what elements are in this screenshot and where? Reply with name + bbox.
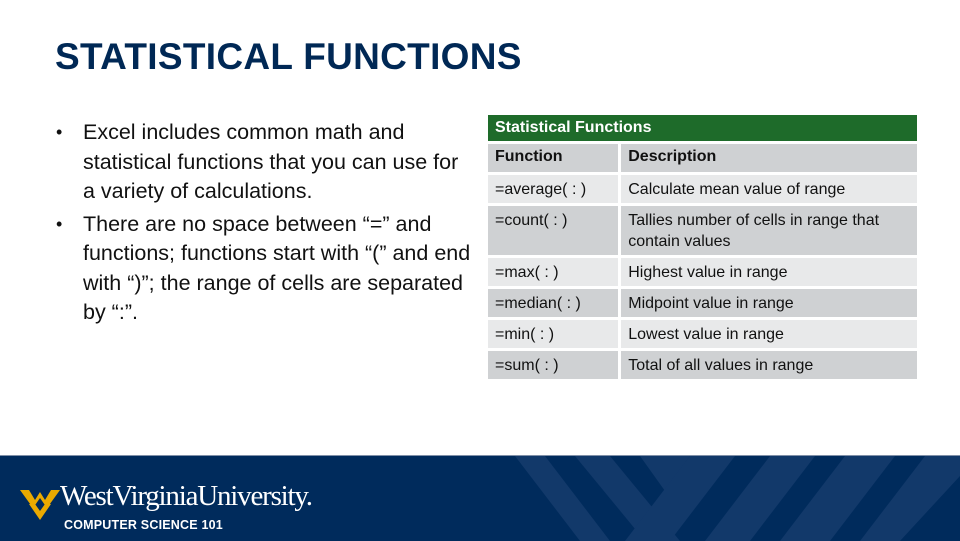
table-header-row: Function Description [488, 144, 917, 175]
description-cell: Total of all values in range [621, 351, 917, 382]
column-header-description: Description [621, 144, 917, 175]
bullet-item: • There are no space between “=” and fun… [56, 210, 476, 328]
table-row: =median( : ) Midpoint value in range [488, 289, 917, 320]
table-row: =max( : ) Highest value in range [488, 258, 917, 289]
table-row: =average( : ) Calculate mean value of ra… [488, 175, 917, 206]
bullet-text: Excel includes common math and statistic… [83, 120, 459, 203]
table-caption-row: Statistical Functions [488, 115, 917, 144]
statistical-functions-table: Statistical Functions Function Descripti… [488, 115, 917, 382]
footer-banner: WestVirginiaUniversity. COMPUTER SCIENCE… [0, 455, 960, 541]
function-cell: =min( : ) [488, 320, 622, 351]
table-row: =count( : ) Tallies number of cells in r… [488, 206, 917, 258]
bullet-icon: • [56, 213, 63, 234]
slide-title: STATISTICAL FUNCTIONS [55, 36, 522, 77]
flying-wv-logo-icon [20, 490, 60, 520]
description-cell: Highest value in range [621, 258, 917, 289]
course-label: COMPUTER SCIENCE 101 [64, 518, 223, 532]
function-cell: =average( : ) [488, 175, 622, 206]
table-row: =min( : ) Lowest value in range [488, 320, 917, 351]
column-header-function: Function [488, 144, 622, 175]
function-cell: =median( : ) [488, 289, 622, 320]
bullet-list: • Excel includes common math and statist… [56, 118, 476, 331]
table-caption: Statistical Functions [488, 115, 917, 144]
bullet-text: There are no space between “=” and funct… [83, 211, 471, 325]
bullet-item: • Excel includes common math and statist… [56, 118, 476, 207]
function-cell: =max( : ) [488, 258, 622, 289]
table-row: =sum( : ) Total of all values in range [488, 351, 917, 382]
description-cell: Tallies number of cells in range that co… [621, 206, 917, 258]
function-cell: =count( : ) [488, 206, 622, 258]
description-cell: Lowest value in range [621, 320, 917, 351]
university-wordmark: WestVirginiaUniversity. [60, 480, 313, 512]
description-cell: Calculate mean value of range [621, 175, 917, 206]
description-cell: Midpoint value in range [621, 289, 917, 320]
bullet-icon: • [56, 122, 63, 142]
function-cell: =sum( : ) [488, 351, 622, 382]
